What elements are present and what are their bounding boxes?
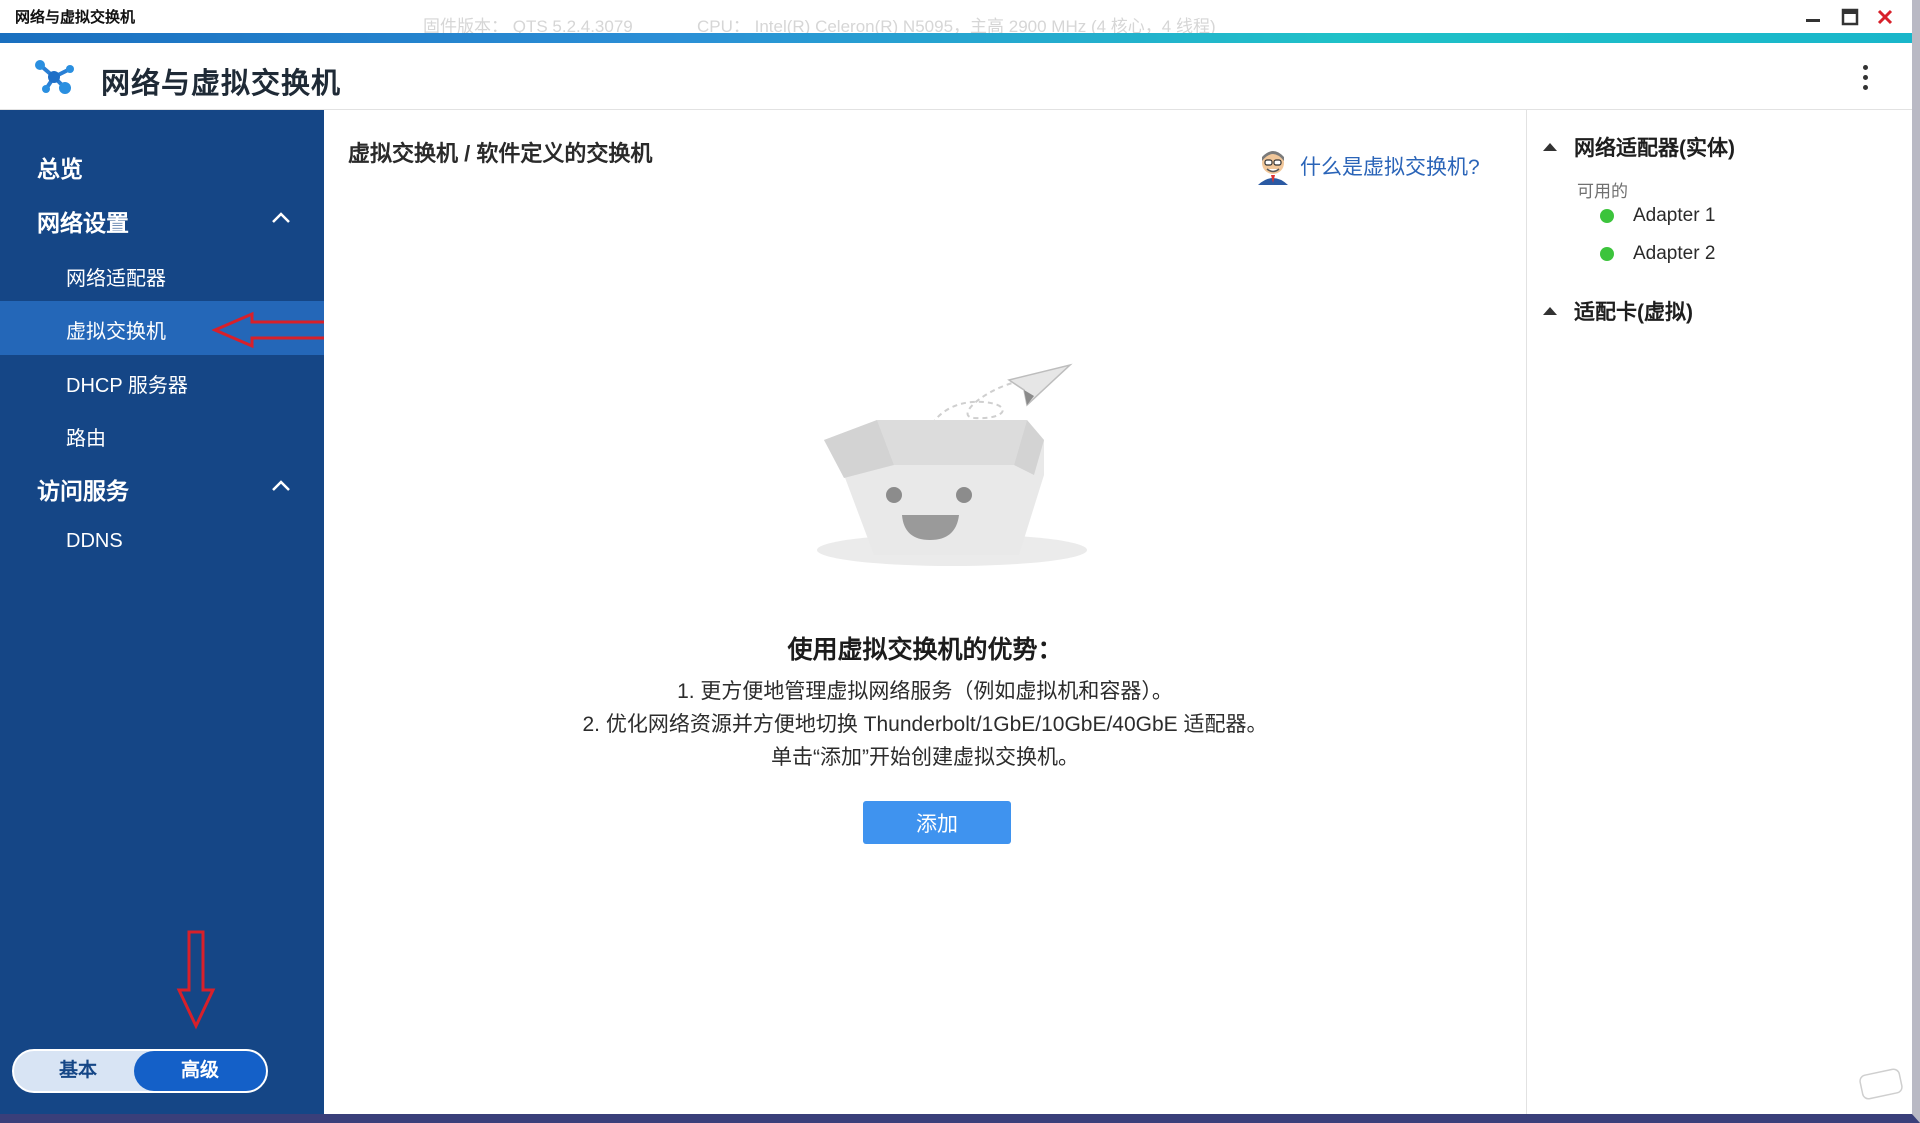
app-header: 网络与虚拟交换机 (0, 43, 1912, 110)
physical-adapters-section[interactable]: 网络适配器(实体) (1543, 132, 1735, 162)
more-options-button[interactable] (1860, 65, 1870, 95)
virtual-adapters-section[interactable]: 适配卡(虚拟) (1543, 296, 1693, 326)
physical-adapters-label: 网络适配器(实体) (1574, 137, 1735, 160)
advantage-line-2: 2. 优化网络资源并方便地切换 Thunderbolt/1GbE/10GbE/4… (582, 713, 1268, 736)
sidebar-item-overview[interactable]: 总览 (37, 150, 83, 184)
close-icon (1877, 9, 1893, 25)
mode-toggle: 基本 高级 (12, 1049, 268, 1093)
kebab-dot (1862, 65, 1868, 70)
adapter-panel: 网络适配器(实体) 可用的 Adapter 1 Adapter 2 适配卡(虚拟… (1526, 110, 1912, 1114)
advantages-title: 使用虚拟交换机的优势： (787, 636, 1063, 664)
annotation-arrow-down (176, 930, 216, 1030)
maximize-button[interactable] (1837, 4, 1863, 30)
sidebar-item-virtual-switch[interactable]: 虚拟交换机 (66, 315, 166, 344)
helper-avatar-icon (1258, 151, 1288, 185)
chevron-up-icon[interactable] (270, 479, 292, 493)
network-switch-icon (35, 60, 74, 94)
advantage-line-3: 单击“添加”开始创建虚拟交换机。 (771, 746, 1079, 769)
kebab-dot (1862, 75, 1868, 80)
sidebar-item-routing[interactable]: 路由 (66, 422, 106, 451)
close-button[interactable] (1872, 4, 1898, 30)
available-label: 可用的 (1577, 182, 1628, 201)
watermark-logo (1859, 1068, 1903, 1100)
title-bar: 网络与虚拟交换机 固件版本： QTS 5.2.4.3079 CPU： Intel… (0, 0, 1912, 36)
sidebar-item-dhcp-server[interactable]: DHCP 服务器 (66, 369, 188, 398)
adapter-name: Adapter 2 (1633, 243, 1716, 264)
collapse-triangle-icon (1543, 307, 1557, 315)
help-link[interactable]: 什么是虚拟交换机? (1254, 146, 1480, 186)
minimize-button[interactable] (1800, 4, 1826, 30)
window-title: 网络与虚拟交换机 (15, 9, 136, 26)
sidebar-item-network-adapter[interactable]: 网络适配器 (66, 262, 166, 291)
sidebar-section-network-settings[interactable]: 网络设置 (37, 204, 129, 238)
add-button[interactable]: 添加 (863, 801, 1011, 844)
accent-stripe (0, 33, 1912, 43)
collapse-triangle-icon (1543, 143, 1557, 151)
advantage-line-1: 1. 更方便地管理虚拟网络服务（例如虚拟机和容器）。 (677, 680, 1173, 703)
adapter-item[interactable]: Adapter 1 (1600, 205, 1715, 227)
chevron-up-icon[interactable] (270, 211, 292, 225)
status-dot-icon (1600, 247, 1614, 261)
mode-basic-option[interactable]: 基本 (14, 1051, 142, 1091)
app-title: 网络与虚拟交换机 (101, 68, 342, 100)
virtual-adapters-label: 适配卡(虚拟) (1574, 301, 1693, 324)
status-dot-icon (1600, 209, 1614, 223)
adapter-name: Adapter 1 (1633, 205, 1716, 226)
kebab-dot (1862, 85, 1868, 90)
sidebar-item-ddns[interactable]: DDNS (66, 530, 123, 553)
maximize-icon (1841, 8, 1859, 26)
minimize-icon (1806, 19, 1820, 22)
breadcrumb: 虚拟交换机 / 软件定义的交换机 (348, 141, 653, 166)
adapter-item[interactable]: Adapter 2 (1600, 243, 1715, 265)
sidebar-section-access-services[interactable]: 访问服务 (37, 472, 129, 506)
mode-advanced-option[interactable]: 高级 (134, 1051, 266, 1091)
empty-state-illustration (817, 363, 1087, 566)
main-content: 虚拟交换机 / 软件定义的交换机 什么是虚拟交换机? 使用虚拟交换机的优势： 1… (324, 110, 1526, 1114)
help-link-label: 什么是虚拟交换机? (1300, 156, 1480, 179)
app-window: 网络与虚拟交换机 固件版本： QTS 5.2.4.3079 CPU： Intel… (0, 0, 1920, 1123)
sidebar: 总览 网络设置 网络适配器 虚拟交换机 DHCP 服务器 路由 访问服务 DDN… (0, 110, 324, 1114)
